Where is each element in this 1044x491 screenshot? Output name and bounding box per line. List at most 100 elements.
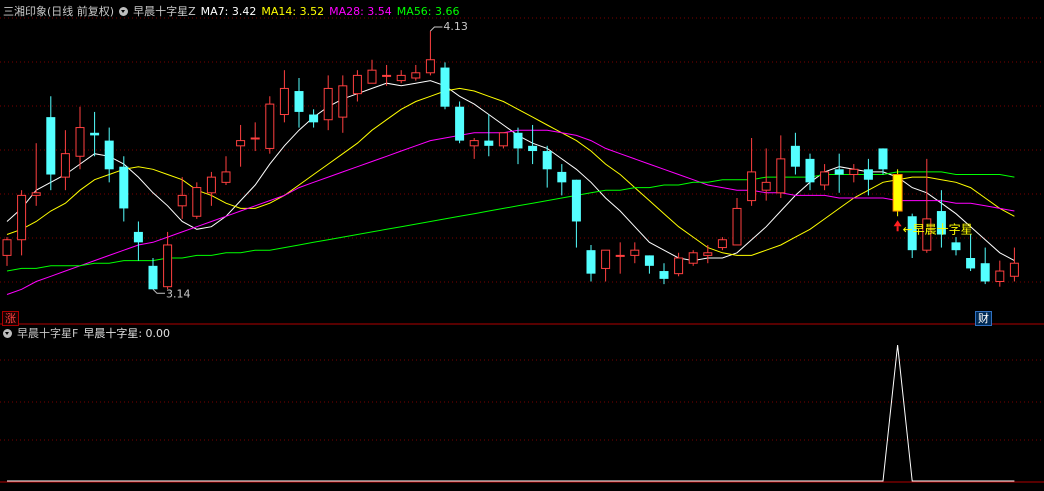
sub-indicator-dropdown-icon[interactable] [3,329,12,338]
candle-body [513,132,523,149]
candle-body [46,117,56,175]
candlestick-series[interactable] [2,31,1019,290]
candle [922,158,932,253]
candle-body [31,192,41,196]
high-label: 4.13 [443,20,468,33]
candle [177,177,187,219]
candle-body [323,87,333,121]
candle-body [75,127,85,157]
candle [338,75,348,133]
ma56-label: MA56: 3.66 [396,5,460,18]
candle [455,101,465,144]
candle-body [892,174,903,212]
candle [820,164,830,191]
candle-body [294,91,304,112]
candle [279,70,289,123]
candle [425,31,435,76]
high-marker [430,26,443,32]
candle-body [17,194,27,241]
candle-body [396,74,406,82]
candle-body [878,148,888,170]
candle-body [250,137,260,140]
candle-body [615,254,625,257]
candle [951,237,961,256]
candle-body [265,103,275,149]
main-panel-header: 三湘印象(日线 前复权) 早晨十字星Z MA7: 3.42 MA14: 3.52 MA2… [3,5,465,19]
candle [1009,247,1019,282]
candle [396,70,406,84]
ma28-label: MA28: 3.54 [329,5,392,18]
candle-body [834,169,844,175]
candle [747,138,757,206]
finance-badge[interactable]: 财 [975,311,992,326]
candle [571,179,581,248]
candle-body [484,140,494,146]
candle [17,190,27,256]
candle-body [542,151,552,170]
candle [630,242,640,264]
candle [221,156,231,185]
candle [236,124,246,167]
candle [323,75,333,131]
candle-body [90,132,100,136]
candle-body [192,187,202,217]
moving-average-lines [6,80,1015,295]
candle-body [586,250,596,274]
signal-arrow-icon [893,220,902,227]
candle [163,231,173,290]
candle-body [309,114,319,123]
candle-body [732,207,742,246]
candle-body [60,153,70,178]
sub-indicator-name[interactable]: 早晨十字星F [17,327,78,340]
candle [265,96,275,154]
candle [834,153,844,193]
candle-body [747,171,757,202]
candle [732,198,742,246]
candle-body [279,87,289,116]
grid-lines [0,17,1044,483]
ma14-line [6,87,1015,256]
candle [936,190,946,248]
candle [104,127,114,183]
candle [878,148,888,175]
candle-body [528,145,538,152]
candle [294,78,304,128]
candle-body [104,140,114,170]
candle-body [498,132,508,147]
ma14-label: MA14: 3.52 [261,5,325,18]
candle-body [236,140,246,147]
candle-body [1009,262,1019,277]
candle-body [703,252,713,256]
rise-badge[interactable]: 涨 [2,311,19,326]
candle [498,132,508,149]
candle-body [644,255,654,266]
candle [790,132,800,175]
candle-body [382,74,392,77]
candle-body [674,257,684,275]
indicator-name[interactable]: 早晨十字星Z [133,5,196,18]
candle [703,244,713,264]
candle-body [980,263,990,282]
candle-body [119,166,129,209]
candle [31,143,41,206]
indicator-dropdown-icon[interactable] [119,7,129,16]
candle-body [148,265,158,290]
candle [601,249,611,282]
candle [469,138,479,159]
candle [776,135,786,198]
candle-body [966,258,976,269]
candle-body [469,140,479,147]
candle-body [367,69,377,84]
candle-body [411,72,421,79]
candle-body [849,168,859,176]
candle-body [790,145,800,167]
candle [659,263,669,285]
stock-title[interactable]: 三湘印象(日线 前复权) [3,5,114,18]
candle [717,237,727,251]
ma28-line [6,129,1015,295]
candle-body [177,194,187,207]
candle-body [163,244,173,288]
candle-body [352,74,362,95]
candle [557,164,567,196]
kline-canvas[interactable]: 4.13 3.14 ←早晨十字星 [0,0,1044,491]
